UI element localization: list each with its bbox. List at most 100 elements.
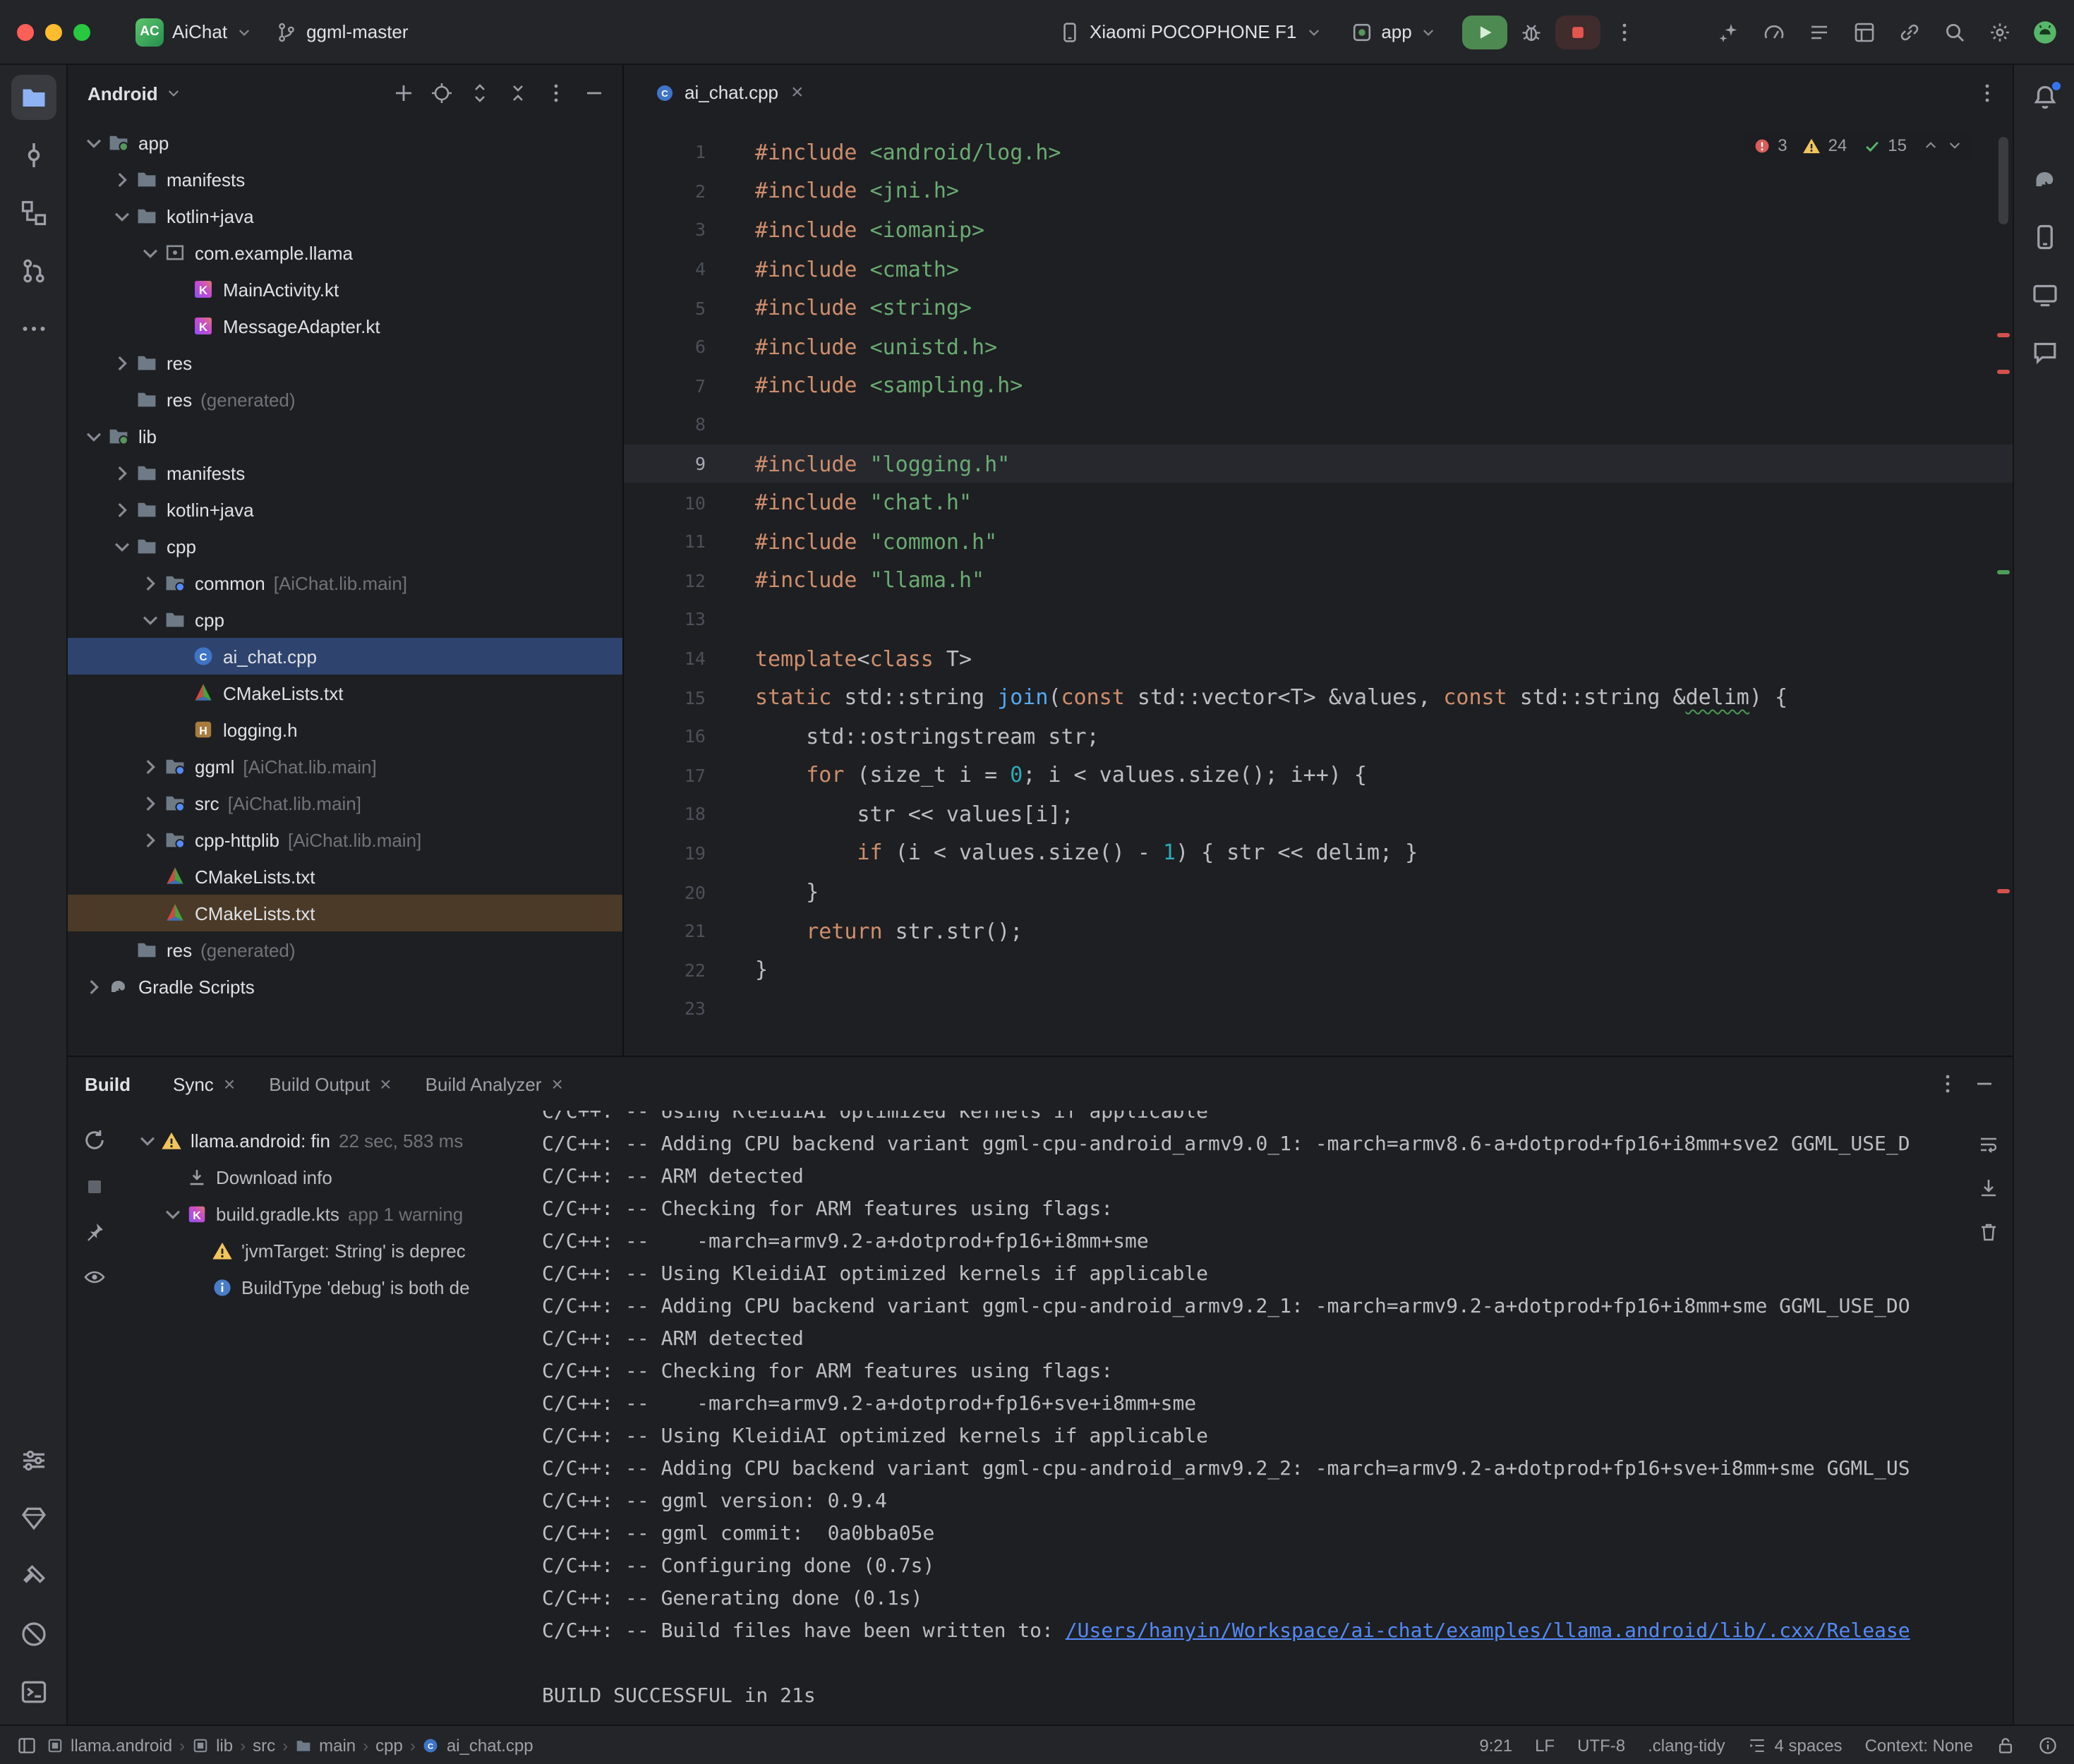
project-tree-item-manifests[interactable]: manifests xyxy=(68,454,622,491)
project-tree-item-kotlin+java[interactable]: kotlin+java xyxy=(68,198,622,234)
breadcrumb-llama.android[interactable]: llama.android xyxy=(47,1735,172,1755)
more-tools-button[interactable] xyxy=(11,306,56,351)
editor-options-icon[interactable] xyxy=(1976,81,1998,104)
line-number[interactable]: 11 xyxy=(624,531,706,552)
project-tree-item-cpp-httplib[interactable]: cpp-httplib[AiChat.lib.main] xyxy=(68,821,622,858)
console-file-link[interactable]: /Users/hanyin/Workspace/ai-chat/examples… xyxy=(1066,1620,1910,1643)
commit-tool-button[interactable] xyxy=(11,133,56,178)
code-line-16[interactable]: 16 std::ostringstream str; xyxy=(624,717,2013,756)
tree-chevron-icon[interactable] xyxy=(110,498,134,521)
project-tree-item-cmakelists.txt[interactable]: CMakeLists.txt xyxy=(68,895,622,931)
line-number[interactable]: 1 xyxy=(624,142,706,163)
project-tree-item-kotlin+java[interactable]: kotlin+java xyxy=(68,491,622,528)
rerun-sync-icon[interactable] xyxy=(82,1128,107,1153)
code-line-3[interactable]: 3#include <iomanip> xyxy=(624,210,2013,249)
close-tab-icon[interactable]: × xyxy=(380,1074,391,1094)
code-line-20[interactable]: 20 } xyxy=(624,873,2013,912)
device-selector[interactable]: Xiaomi POCOPHONE F1 xyxy=(1047,15,1333,49)
tree-chevron-icon[interactable] xyxy=(138,792,162,814)
app-insights-button[interactable] xyxy=(2022,330,2067,375)
project-tree-item-logging.h[interactable]: Hlogging.h xyxy=(68,711,622,748)
tree-chevron-icon[interactable] xyxy=(138,572,162,594)
info-circle-icon[interactable] xyxy=(2038,1735,2058,1755)
line-number[interactable]: 16 xyxy=(624,725,706,747)
code-line-22[interactable]: 22} xyxy=(624,950,2013,989)
tab-build-analyzer[interactable]: Build Analyzer × xyxy=(411,1066,577,1101)
device-manager-button[interactable] xyxy=(2022,215,2067,260)
chevron-down-icon[interactable] xyxy=(165,85,182,102)
run-button[interactable] xyxy=(1463,15,1508,49)
code-line-14[interactable]: 14template<class T> xyxy=(624,639,2013,677)
panel-options-button[interactable] xyxy=(539,76,573,110)
code-line-19[interactable]: 19 if (i < values.size() - 1) { str << d… xyxy=(624,833,2013,872)
project-tree-item-ggml[interactable]: ggml[AiChat.lib.main] xyxy=(68,748,622,785)
profiler-button[interactable] xyxy=(1756,13,1792,50)
project-tree-item-manifests[interactable]: manifests xyxy=(68,161,622,198)
line-number[interactable]: 5 xyxy=(624,297,706,318)
line-number[interactable]: 13 xyxy=(624,609,706,630)
build-tree-item[interactable]: BuildType 'debug' is both de xyxy=(121,1269,533,1305)
close-tab-icon[interactable]: × xyxy=(791,82,804,103)
code-line-12[interactable]: 12#include "llama.h" xyxy=(624,561,2013,600)
profile-avatar[interactable] xyxy=(2027,13,2063,50)
project-tree-item-cpp[interactable]: cpp xyxy=(68,528,622,564)
layout-inspector-button[interactable] xyxy=(1846,13,1883,50)
code-line-7[interactable]: 7#include <sampling.h> xyxy=(624,366,2013,405)
line-number[interactable]: 15 xyxy=(624,687,706,708)
search-everywhere-button[interactable] xyxy=(1936,13,1973,50)
tree-chevron-icon[interactable] xyxy=(110,351,134,374)
project-tree-item-res[interactable]: res xyxy=(68,344,622,381)
hide-build-panel-icon[interactable] xyxy=(1973,1073,1996,1095)
context-status[interactable]: Context: None xyxy=(1865,1735,1973,1755)
tree-chevron-icon[interactable] xyxy=(110,535,134,557)
project-tree-item-messageadapter.kt[interactable]: KMessageAdapter.kt xyxy=(68,308,622,344)
ai-assistant-button[interactable] xyxy=(1711,13,1747,50)
code-line-10[interactable]: 10#include "chat.h" xyxy=(624,483,2013,522)
tree-chevron-icon[interactable] xyxy=(135,1129,159,1152)
tab-sync[interactable]: Sync × xyxy=(159,1066,249,1101)
line-number[interactable]: 23 xyxy=(624,998,706,1020)
gradle-tool-button[interactable] xyxy=(2022,157,2067,202)
next-problem-icon[interactable] xyxy=(1946,137,1963,154)
terminal-tool-button[interactable] xyxy=(11,1669,56,1715)
project-tree-item-gradle-scripts[interactable]: Gradle Scripts xyxy=(68,968,622,1005)
code-line-18[interactable]: 18 str << values[i]; xyxy=(624,795,2013,833)
code-line-5[interactable]: 5#include <string> xyxy=(624,289,2013,327)
minimize-window-button[interactable] xyxy=(45,23,62,40)
project-tree-item-ai-chat.cpp[interactable]: Cai_chat.cpp xyxy=(68,638,622,675)
project-tree-item-src[interactable]: src[AiChat.lib.main] xyxy=(68,785,622,821)
line-number[interactable]: 21 xyxy=(624,920,706,941)
editor-scrollbar[interactable] xyxy=(1998,137,2008,224)
tree-chevron-icon[interactable] xyxy=(82,425,106,447)
breadcrumb-cpp[interactable]: cpp xyxy=(375,1735,403,1755)
add-button[interactable] xyxy=(387,76,421,110)
file-encoding[interactable]: UTF-8 xyxy=(1577,1735,1625,1755)
soft-wrap-icon[interactable] xyxy=(1977,1133,2000,1156)
project-view-title[interactable]: Android xyxy=(88,83,158,104)
project-tree-item-mainactivity.kt[interactable]: KMainActivity.kt xyxy=(68,271,622,308)
project-tree-item-lib[interactable]: lib xyxy=(68,418,622,454)
problems-tool-button[interactable] xyxy=(11,1612,56,1657)
line-number[interactable]: 8 xyxy=(624,414,706,435)
build-tree-item[interactable]: 'jvmTarget: String' is deprec xyxy=(121,1232,533,1269)
code-line-15[interactable]: 15static std::string join(const std::vec… xyxy=(624,678,2013,717)
code-editor[interactable]: 1#include <android/log.h>2#include <jni.… xyxy=(624,120,2013,1056)
tree-chevron-icon[interactable] xyxy=(138,828,162,851)
close-tab-icon[interactable]: × xyxy=(551,1074,562,1094)
line-number[interactable]: 6 xyxy=(624,337,706,358)
error-stripe-mark[interactable] xyxy=(1997,889,2010,893)
cursor-position[interactable]: 9:21 xyxy=(1479,1735,1512,1755)
error-stripe-mark[interactable] xyxy=(1997,333,2010,337)
breadcrumb-ai-chat.cpp[interactable]: Cai_chat.cpp xyxy=(423,1735,533,1755)
locate-file-button[interactable] xyxy=(425,76,459,110)
error-stripe-mark[interactable] xyxy=(1997,370,2010,374)
project-tree-item-cpp[interactable]: cpp xyxy=(68,601,622,638)
project-tree-item-app[interactable]: app xyxy=(68,124,622,161)
project-tree-item-res[interactable]: res(generated) xyxy=(68,381,622,418)
tree-chevron-icon[interactable] xyxy=(82,131,106,154)
device-mirror-button[interactable] xyxy=(1891,13,1928,50)
build-tree-item[interactable]: llama.android: fin22 sec, 583 ms xyxy=(121,1122,533,1159)
tree-chevron-icon[interactable] xyxy=(161,1202,185,1225)
clang-tidy-status[interactable]: .clang-tidy xyxy=(1648,1735,1725,1755)
tree-chevron-icon[interactable] xyxy=(138,241,162,264)
